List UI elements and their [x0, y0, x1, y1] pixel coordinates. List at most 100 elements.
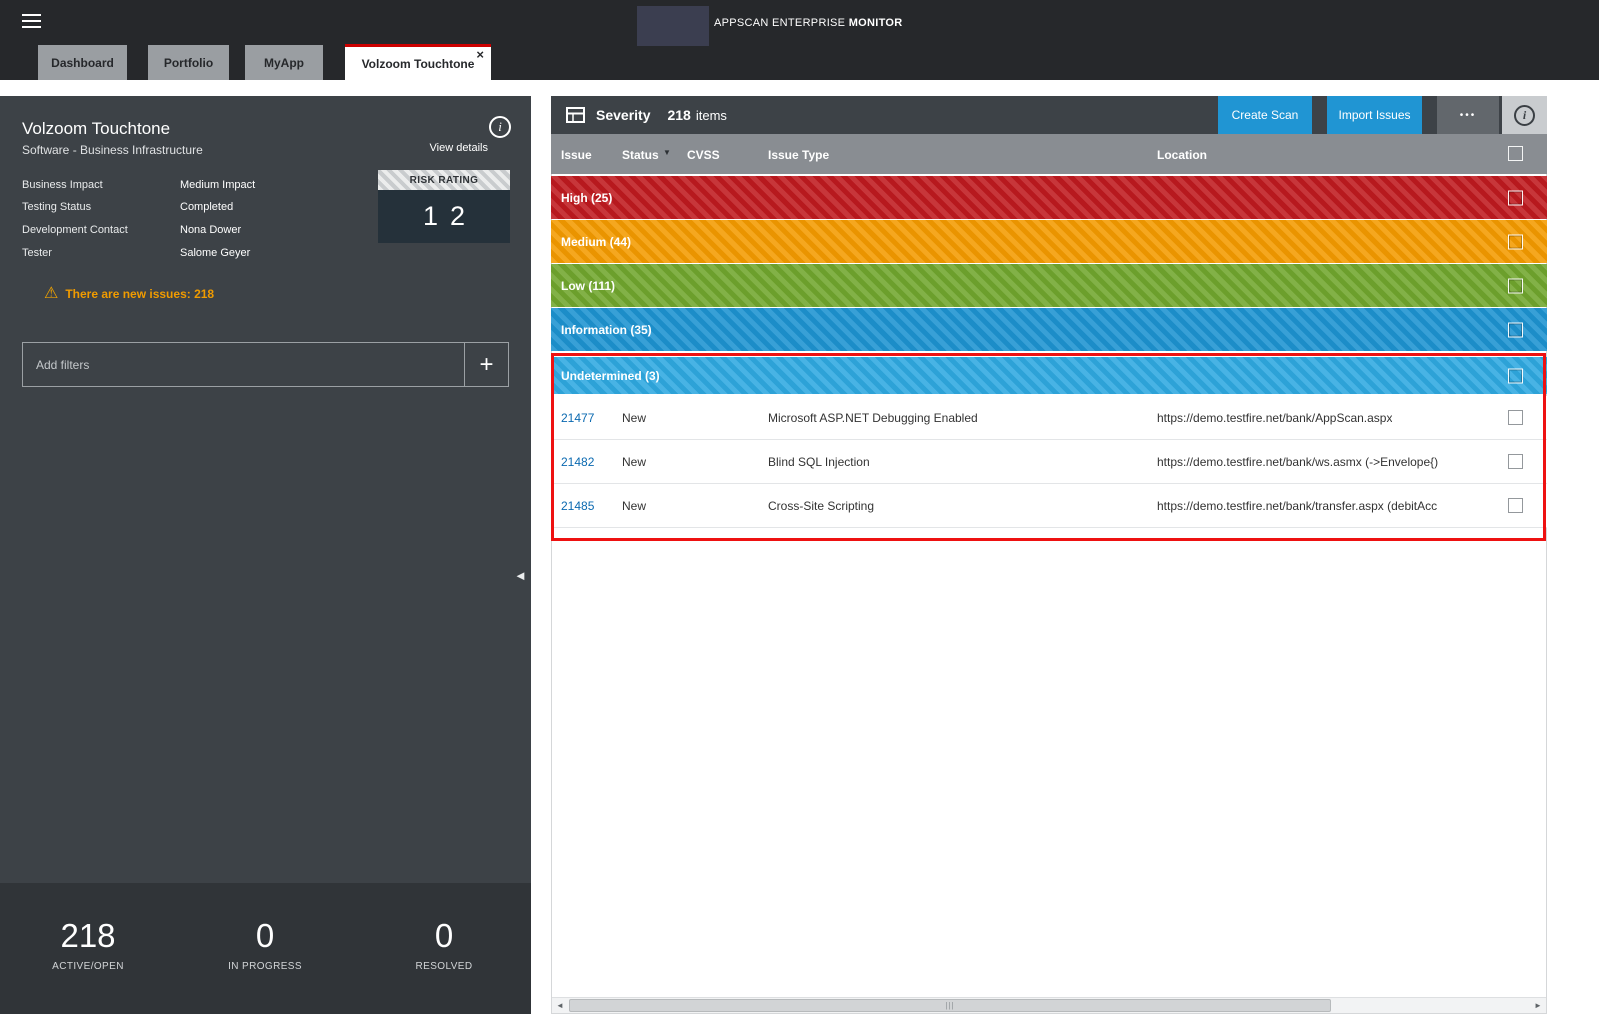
- field-label: Tester: [22, 247, 52, 259]
- stat-resolved: 0 RESOLVED: [416, 919, 473, 972]
- issue-row[interactable]: 21485 New Cross-Site Scripting https://d…: [551, 484, 1547, 528]
- field-label: Development Contact: [22, 224, 128, 236]
- panel-info-button[interactable]: i: [1502, 96, 1547, 134]
- risk-rating-widget: RISK RATING 12: [378, 170, 510, 243]
- risk-rating-value: 12: [378, 190, 510, 243]
- collapse-panel-icon[interactable]: ◄: [514, 568, 527, 583]
- top-bar: APPSCAN ENTERPRISE MONITOR Dashboard Por…: [0, 0, 1599, 80]
- stat-value: 218: [52, 919, 124, 952]
- application-title: Volzoom Touchtone: [22, 119, 170, 139]
- severity-group-low[interactable]: Low (111): [551, 264, 1547, 307]
- app-title-prefix: APPSCAN ENTERPRISE: [714, 17, 845, 29]
- filter-bar: +: [22, 342, 509, 387]
- group-checkbox[interactable]: [1508, 368, 1523, 383]
- sort-descending-icon[interactable]: ▼: [663, 148, 671, 157]
- column-status[interactable]: Status: [622, 148, 659, 162]
- new-issues-alert: ⚠ There are new issues: 218: [44, 286, 214, 302]
- horizontal-scrollbar[interactable]: ◄ ||| ►: [552, 997, 1546, 1013]
- issues-header-bar: Severity 218 items Create Scan Import Is…: [551, 96, 1547, 134]
- column-issue-type[interactable]: Issue Type: [768, 148, 829, 162]
- application-panel: Volzoom Touchtone Software - Business In…: [0, 96, 531, 1014]
- more-actions-button[interactable]: •••: [1437, 96, 1499, 134]
- field-label: Business Impact: [22, 179, 103, 191]
- stat-value: 0: [228, 919, 302, 952]
- field-label: Testing Status: [22, 201, 91, 213]
- group-checkbox[interactable]: [1508, 322, 1523, 337]
- issue-location: https://demo.testfire.net/bank/ws.asmx (…: [1157, 455, 1438, 469]
- group-label: Low (111): [561, 279, 615, 293]
- app-title: APPSCAN ENTERPRISE MONITOR: [714, 17, 903, 29]
- issues-panel: Severity 218 items Create Scan Import Is…: [551, 96, 1547, 1014]
- table-icon: [566, 107, 585, 123]
- issue-id-link[interactable]: 21477: [561, 411, 594, 425]
- group-checkbox[interactable]: [1508, 234, 1523, 249]
- scroll-right-arrow-icon[interactable]: ►: [1530, 998, 1546, 1013]
- column-issue[interactable]: Issue: [561, 148, 592, 162]
- tab-dashboard[interactable]: Dashboard: [38, 45, 127, 80]
- group-label: Medium (44): [561, 235, 631, 249]
- app-title-product: MONITOR: [849, 17, 903, 29]
- create-scan-button[interactable]: Create Scan: [1218, 96, 1312, 134]
- select-all-checkbox[interactable]: [1508, 146, 1523, 161]
- issue-type: Microsoft ASP.NET Debugging Enabled: [768, 411, 978, 425]
- severity-group-information[interactable]: Information (35): [551, 308, 1547, 351]
- add-filter-button[interactable]: +: [464, 343, 508, 386]
- hamburger-menu-icon[interactable]: [22, 14, 41, 32]
- tab-label: Volzoom Touchtone: [362, 57, 475, 71]
- issue-id-link[interactable]: 21482: [561, 455, 594, 469]
- scroll-left-arrow-icon[interactable]: ◄: [552, 998, 568, 1013]
- issue-status: New: [622, 499, 646, 513]
- close-icon[interactable]: ×: [476, 48, 484, 61]
- tab-portfolio[interactable]: Portfolio: [148, 45, 229, 80]
- column-location[interactable]: Location: [1157, 148, 1207, 162]
- risk-rating-label: RISK RATING: [378, 170, 510, 190]
- app-logo: [637, 6, 709, 46]
- tab-volzoom-touchtone[interactable]: Volzoom Touchtone ×: [345, 44, 491, 80]
- tab-myapp[interactable]: MyApp: [245, 45, 323, 80]
- stat-label: ACTIVE/OPEN: [52, 961, 124, 972]
- issue-status: New: [622, 455, 646, 469]
- issue-id-link[interactable]: 21485: [561, 499, 594, 513]
- items-count-suffix: items: [696, 108, 727, 123]
- scrollbar-grip-icon: |||: [945, 1001, 954, 1010]
- stat-active-open: 218 ACTIVE/OPEN: [52, 919, 124, 972]
- group-checkbox[interactable]: [1508, 278, 1523, 293]
- stat-in-progress: 0 IN PROGRESS: [228, 919, 302, 972]
- group-label: High (25): [561, 191, 612, 205]
- alert-text: There are new issues: 218: [65, 287, 214, 301]
- severity-group-high[interactable]: High (25): [551, 176, 1547, 219]
- import-issues-button[interactable]: Import Issues: [1327, 96, 1422, 134]
- issue-location: https://demo.testfire.net/bank/transfer.…: [1157, 499, 1437, 513]
- items-count: 218: [667, 107, 690, 123]
- issue-row[interactable]: 21482 New Blind SQL Injection https://de…: [551, 440, 1547, 484]
- group-label: Information (35): [561, 323, 652, 337]
- issue-type: Cross-Site Scripting: [768, 499, 874, 513]
- warning-icon: ⚠: [44, 286, 58, 302]
- field-value: Medium Impact: [180, 179, 255, 191]
- info-icon: i: [1514, 105, 1535, 126]
- add-filters-input[interactable]: [23, 343, 464, 386]
- row-checkbox[interactable]: [1508, 498, 1523, 513]
- field-tester: Tester Salome Geyer: [0, 247, 531, 261]
- grouping-title: Severity: [596, 107, 650, 123]
- view-details-link[interactable]: View details: [430, 142, 489, 154]
- group-checkbox[interactable]: [1508, 190, 1523, 205]
- scrollbar-thumb[interactable]: |||: [569, 999, 1331, 1012]
- row-checkbox[interactable]: [1508, 454, 1523, 469]
- group-label: Undetermined (3): [561, 369, 660, 383]
- severity-group-medium[interactable]: Medium (44): [551, 220, 1547, 263]
- table-column-header: Issue Status ▼ CVSS Issue Type Location: [551, 134, 1547, 174]
- field-value: Completed: [180, 201, 233, 213]
- issue-type: Blind SQL Injection: [768, 455, 870, 469]
- stat-label: RESOLVED: [416, 961, 473, 972]
- row-checkbox[interactable]: [1508, 410, 1523, 425]
- info-icon[interactable]: i: [489, 116, 511, 138]
- stat-value: 0: [416, 919, 473, 952]
- issue-row[interactable]: 21477 New Microsoft ASP.NET Debugging En…: [551, 396, 1547, 440]
- issue-status: New: [622, 411, 646, 425]
- application-subtitle: Software - Business Infrastructure: [22, 143, 203, 157]
- stat-label: IN PROGRESS: [228, 961, 302, 972]
- severity-group-undetermined[interactable]: Undetermined (3): [551, 357, 1547, 394]
- column-cvss[interactable]: CVSS: [687, 148, 720, 162]
- issue-stats-bar: 218 ACTIVE/OPEN 0 IN PROGRESS 0 RESOLVED: [0, 883, 531, 1014]
